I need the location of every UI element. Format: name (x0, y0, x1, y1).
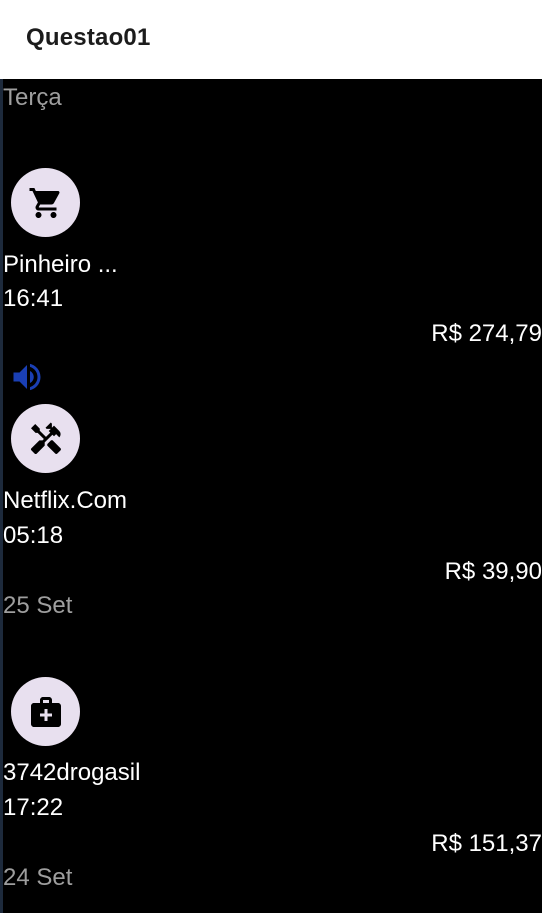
date-header: 25 Set (3, 592, 73, 619)
transaction-merchant[interactable]: Pinheiro ... (3, 251, 118, 279)
app-screen: Questao01 Terça Pinheiro ... 16:41 R$ 27… (0, 0, 542, 913)
transaction-avatar[interactable] (11, 677, 80, 746)
transaction-time: 16:41 (3, 285, 64, 312)
speaker-icon[interactable] (6, 359, 48, 395)
transaction-amount: R$ 39,90 (444, 558, 542, 585)
shopping-cart-icon (29, 187, 60, 218)
transaction-avatar[interactable] (11, 168, 80, 237)
transaction-merchant[interactable]: Netflix.Com (3, 487, 127, 515)
app-bar: Questao01 (0, 0, 542, 79)
transaction-avatar[interactable] (11, 404, 80, 473)
app-title: Questao01 (26, 24, 151, 51)
date-header: Terça (3, 84, 62, 111)
tools-icon (30, 422, 61, 454)
date-header: 24 Set (3, 864, 73, 891)
medical-bag-icon (30, 696, 61, 727)
transaction-time: 17:22 (3, 794, 64, 821)
transaction-time: 05:18 (3, 522, 64, 549)
transaction-amount: R$ 274,79 (431, 320, 542, 347)
transaction-amount: R$ 151,37 (431, 830, 542, 857)
transaction-merchant[interactable]: 3742drogasil (3, 759, 140, 787)
